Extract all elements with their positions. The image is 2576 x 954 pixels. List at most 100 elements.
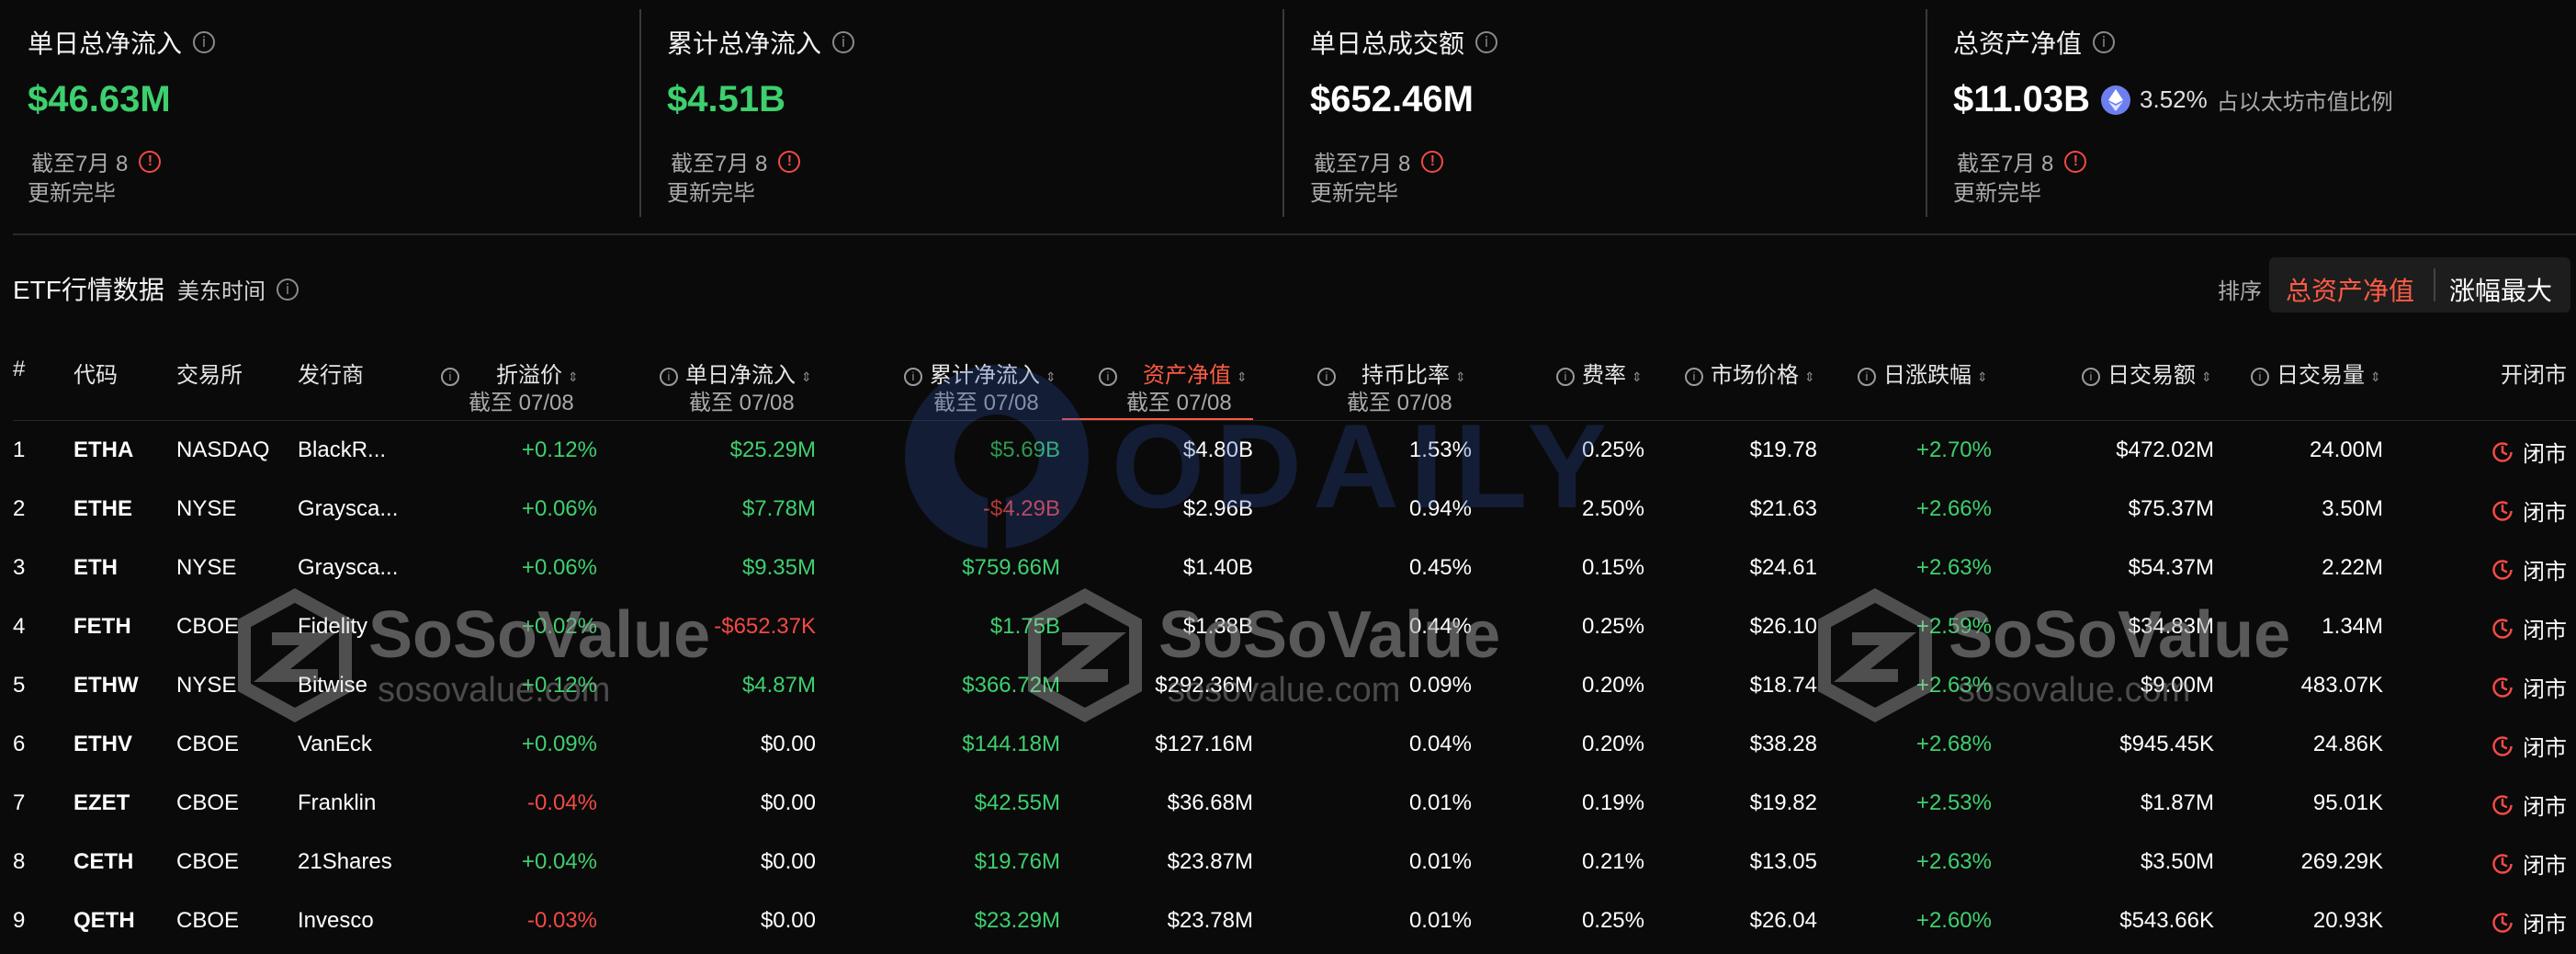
section-title: ETF行情数据 <box>13 276 164 304</box>
warning-icon[interactable]: ! <box>2064 150 2087 173</box>
col-volume[interactable]: i 日交易量 ⇕ <box>2251 357 2381 389</box>
sort-option-top-gainers[interactable]: 涨幅最大 <box>2449 271 2552 308</box>
cell-fee: 2.50% <box>1581 496 1644 521</box>
cell-daily-inflow: $9.35M <box>741 555 816 580</box>
cell-code: FETH <box>73 614 131 639</box>
market-status: 闭市 <box>2491 906 2567 938</box>
card-status: 更新完毕 <box>667 181 755 206</box>
cell-index: 7 <box>13 790 26 815</box>
cell-code: CETH <box>73 849 134 874</box>
col-daily-inflow-date: 截至 07/08 <box>689 391 795 415</box>
table-row[interactable]: 7 EZET CBOE Franklin -0.04% $0.00 $42.55M $36.6… <box>0 774 2576 833</box>
cell-volume: 24.00M <box>2309 437 2383 462</box>
col-price[interactable]: i 市场价格 ⇕ <box>1685 357 1815 389</box>
cell-nav: $36.68M <box>1167 790 1253 815</box>
card-title: 累计总净流入 <box>667 29 822 58</box>
sort-divider <box>2434 268 2435 301</box>
cell-premium: -0.04% <box>526 790 597 815</box>
info-icon[interactable]: i <box>2251 368 2269 386</box>
cell-fee: 0.20% <box>1581 673 1644 698</box>
table-row[interactable]: 4 FETH CBOE Fidelity +0.02% -$652.37K $1.75B $1… <box>0 597 2576 656</box>
table-row[interactable]: 5 ETHW NYSE Bitwise +0.12% $4.87M $366.72M $292… <box>0 656 2576 715</box>
cell-turnover: $3.50M <box>2140 849 2214 874</box>
col-change[interactable]: i 日涨跌幅 ⇕ <box>1858 357 1988 389</box>
warning-icon[interactable]: ! <box>139 150 162 173</box>
info-icon[interactable]: i <box>1317 368 1336 386</box>
info-icon[interactable]: i <box>832 31 855 53</box>
cumulative-net-inflow-card: 累计总净流入 i $4.51B 截至7月 8! 更新完毕 <box>639 0 1282 217</box>
cell-daily-inflow: $0.00 <box>760 732 816 756</box>
cell-code: ETHW <box>73 673 139 698</box>
card-status: 更新完毕 <box>1310 181 1398 206</box>
card-date: 截至7月 8 <box>1957 152 2054 176</box>
table-row[interactable]: 8 CETH CBOE 21Shares +0.04% $0.00 $19.76M $23.8… <box>0 833 2576 892</box>
cell-nav: $292.36M <box>1155 673 1253 698</box>
cell-exchange: CBOE <box>176 908 240 933</box>
cell-price: $26.10 <box>1749 614 1817 639</box>
market-status: 闭市 <box>2491 730 2567 762</box>
sort-arrows-icon: ⇕ <box>1977 369 1988 384</box>
sort-arrows-icon: ⇕ <box>1045 369 1056 384</box>
info-icon[interactable]: i <box>2082 368 2100 386</box>
col-nav-date: 截至 07/08 <box>1126 391 1232 415</box>
market-status-label: 闭市 <box>2523 795 2567 820</box>
warning-icon[interactable]: ! <box>778 150 801 173</box>
info-icon[interactable]: i <box>904 368 922 386</box>
info-icon[interactable]: i <box>277 278 299 301</box>
cell-price: $18.74 <box>1749 673 1817 698</box>
info-icon[interactable]: i <box>1099 368 1117 386</box>
cell-index: 9 <box>13 908 26 933</box>
cell-price: $21.63 <box>1749 496 1817 521</box>
market-status-label: 闭市 <box>2523 854 2567 879</box>
info-icon[interactable]: i <box>1685 368 1703 386</box>
cell-exchange: CBOE <box>176 614 240 639</box>
cell-daily-inflow: $25.29M <box>729 437 816 462</box>
cell-change: +2.70% <box>1915 437 1992 462</box>
cell-price: $26.04 <box>1749 908 1817 933</box>
eth-market-cap-note: 占以太坊市值比例 <box>2216 90 2393 115</box>
info-icon[interactable]: i <box>441 368 459 386</box>
cell-premium: +0.06% <box>521 555 597 580</box>
col-code: 代码 <box>73 363 118 388</box>
card-value: $46.63M <box>28 79 171 119</box>
info-icon[interactable]: i <box>1858 368 1876 386</box>
col-fee[interactable]: i 费率 ⇕ <box>1556 357 1643 389</box>
table-row[interactable]: 6 ETHV CBOE VanEck +0.09% $0.00 $144.18M $127.1… <box>0 715 2576 774</box>
clock-icon <box>2492 794 2513 815</box>
cell-index: 5 <box>13 673 26 698</box>
table-row[interactable]: 9 QETH CBOE Invesco -0.03% $0.00 $23.29M $23.78… <box>0 892 2576 950</box>
cell-exchange: NASDAQ <box>176 437 270 462</box>
info-icon[interactable]: i <box>2093 31 2116 53</box>
table-row[interactable]: 1 ETHA NASDAQ BlackR... +0.12% $25.29M $5.69B $… <box>0 421 2576 480</box>
col-status: 开闭市 <box>2501 363 2567 388</box>
table-row[interactable]: 3 ETH NYSE Graysca... +0.06% $9.35M $759.66M $1… <box>0 539 2576 597</box>
timezone-label: 美东时间 <box>177 279 266 304</box>
cell-turnover: $54.37M <box>2128 555 2214 580</box>
info-icon[interactable]: i <box>1556 368 1575 386</box>
market-status-label: 闭市 <box>2523 677 2567 702</box>
cell-nav: $23.87M <box>1167 849 1253 874</box>
market-status-label: 闭市 <box>2523 442 2567 467</box>
info-icon[interactable]: i <box>193 31 216 53</box>
cell-cum-inflow: $1.75B <box>989 614 1060 639</box>
cell-issuer: 21Shares <box>298 849 392 874</box>
table-row[interactable]: 2 ETHE NYSE Graysca... +0.06% $7.78M -$4.29B $2… <box>0 480 2576 539</box>
cell-issuer: Franklin <box>298 790 377 815</box>
warning-icon[interactable]: ! <box>1421 150 1444 173</box>
daily-turnover-card: 单日总成交额 i $652.46M 截至7月 8! 更新完毕 <box>1282 0 1926 217</box>
card-date: 截至7月 8 <box>671 152 768 176</box>
cell-issuer: Invesco <box>298 908 374 933</box>
sort-option-nav[interactable]: 总资产净值 <box>2286 271 2414 308</box>
col-turnover[interactable]: i 日交易额 ⇕ <box>2082 357 2212 389</box>
daily-net-inflow-card: 单日总净流入 i $46.63M 截至7月 8! 更新完毕 <box>0 0 639 217</box>
cell-holding: 0.01% <box>1408 849 1472 874</box>
cell-exchange: CBOE <box>176 732 240 756</box>
cell-daily-inflow: $4.87M <box>741 673 816 698</box>
card-divider <box>1926 9 1927 217</box>
info-icon[interactable]: i <box>660 368 678 386</box>
info-icon[interactable]: i <box>1475 31 1498 53</box>
cell-cum-inflow: $144.18M <box>962 732 1060 756</box>
cell-volume: 2.22M <box>2322 555 2383 580</box>
cell-daily-inflow: $7.78M <box>741 496 816 521</box>
cell-cum-inflow: $23.29M <box>974 908 1060 933</box>
